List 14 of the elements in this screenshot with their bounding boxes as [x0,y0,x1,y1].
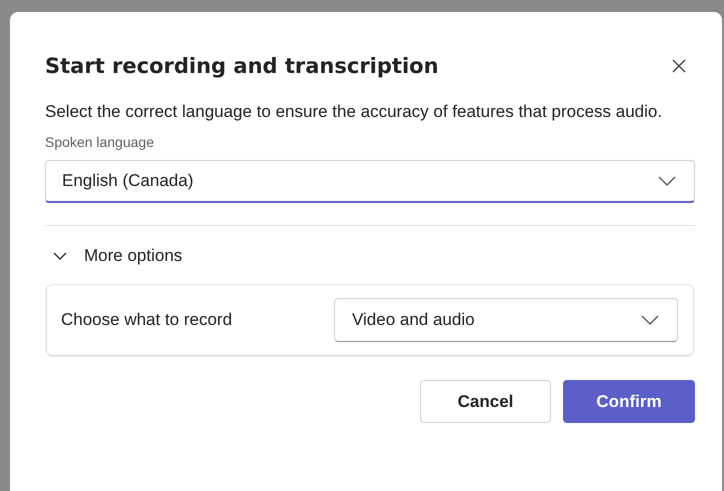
field-label: Spoken language [45,134,155,150]
language-dropdown[interactable]: English (Canada) [45,160,695,203]
cancel-button[interactable]: Cancel [420,380,551,423]
close-button[interactable] [671,58,687,74]
more-options-toggle[interactable]: More options [45,246,182,266]
description-text: Select the correct language to ensure the accuracy of features that process audio. [45,101,664,123]
record-label: Choose what to record [61,310,232,330]
dialog-title: Start recording and transcription [45,54,439,78]
chevron-down-icon [658,176,676,186]
chevron-down-icon [641,315,659,325]
record-dropdown[interactable]: Video and audio [334,298,678,342]
close-icon [671,58,687,74]
chevron-down-icon [53,252,67,260]
confirm-button[interactable]: Confirm [563,380,695,423]
